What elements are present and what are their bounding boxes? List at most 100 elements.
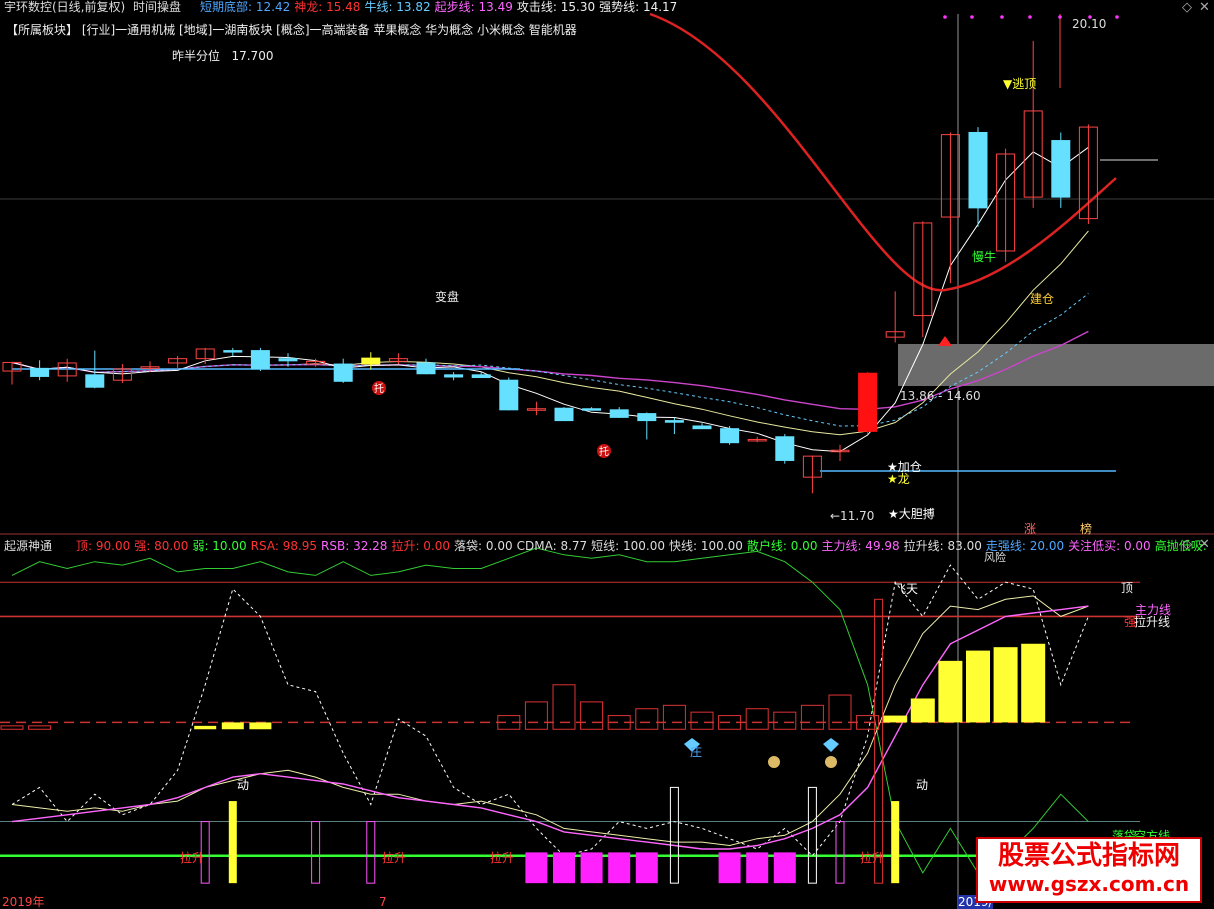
lower-indicator-values: 顶: 90.00 强: 80.00 弱: 10.00 RSA: 98.95 RSB: 3…	[76, 539, 1211, 553]
candle-body	[250, 350, 270, 370]
indicator-8: 短线: 100.00	[591, 539, 666, 553]
volume-bar-yellow	[883, 715, 908, 723]
label-high: 20.10	[1072, 17, 1107, 31]
candle-body	[333, 363, 353, 382]
indicator-5: 拉升: 0.00	[391, 539, 451, 553]
indicator-1: 强: 80.00	[134, 539, 189, 553]
label-lift-3: 拉升	[490, 851, 515, 865]
date-left: 2019年	[2, 895, 45, 909]
label-strong: 强	[1124, 615, 1137, 629]
indicator-10: 散户线: 0.00	[746, 539, 818, 553]
indicator-values: 短期底部: 12.42 神龙: 15.48 牛线: 13.82 起步线: 13.49 攻…	[200, 0, 681, 14]
indicator-0: 短期底部: 12.42	[200, 0, 291, 14]
bar-magenta	[718, 852, 741, 884]
volume-box	[745, 708, 769, 730]
money-bag-icon	[768, 756, 780, 768]
bar-magenta	[553, 852, 575, 884]
candle-body	[444, 374, 464, 378]
date-mid: 7	[379, 895, 387, 909]
candle-body	[609, 409, 629, 418]
label-escape-top: ▼逃顶	[1003, 77, 1037, 91]
volume-bar-yellow	[1021, 643, 1046, 723]
bar-magenta	[608, 852, 631, 884]
volume-bar-yellow	[966, 650, 990, 723]
long-trend-curve	[649, 12, 1117, 292]
indicator-9: 快线: 100.00	[669, 539, 743, 553]
label-lift-line: 拉升线	[1134, 615, 1171, 629]
scroll-up-icon[interactable]: ◇	[1182, 0, 1192, 15]
scroll-up-icon-lower[interactable]: ◇	[1182, 537, 1192, 552]
label-lift-2: 拉升	[382, 851, 407, 865]
indicator-7: CDMA: 8.77	[516, 539, 588, 553]
marker-tuo-text-2: 托	[599, 445, 609, 458]
indicator-4: RSB: 32.28	[321, 539, 388, 553]
volume-box	[28, 725, 52, 730]
volume-box	[828, 694, 852, 730]
label-top: 顶	[1121, 581, 1134, 595]
candle-body	[416, 362, 436, 375]
close-panel-icon-lower[interactable]: ✕	[1199, 537, 1210, 552]
volume-box	[580, 701, 604, 730]
top-dot	[1058, 15, 1062, 19]
label-dealer: 庄	[690, 745, 703, 759]
indicator-6: 落袋: 0.00	[454, 539, 513, 553]
indicator-1: 神龙: 15.48	[294, 0, 361, 14]
stock-chart[interactable]: 托托	[0, 0, 1214, 909]
candle-body	[637, 413, 657, 422]
label-lift-4: 拉升	[860, 851, 885, 865]
label-zhang: 涨	[1024, 522, 1037, 536]
bar-magenta	[746, 852, 769, 884]
candle-body	[223, 350, 243, 353]
volume-box	[662, 704, 686, 730]
top-dot	[970, 15, 974, 19]
candle-body	[968, 131, 988, 209]
volume-box	[0, 725, 24, 730]
volume-bar-yellow	[910, 698, 935, 723]
label-bold: ★大胆搏	[888, 507, 935, 521]
label-low: ←11.70	[830, 509, 875, 523]
candle-body	[1051, 140, 1071, 198]
indicator-11: 主力线: 49.98	[821, 539, 900, 553]
indicator-3: RSA: 98.95	[250, 539, 318, 553]
label-move-1: 动	[237, 778, 250, 792]
indicator-14: 关注低买: 0.00	[1068, 539, 1151, 553]
candle-body	[361, 357, 381, 365]
volume-bar-yellow	[221, 722, 244, 730]
indicator-0: 顶: 90.00	[76, 539, 131, 553]
label-dragon: ★龙	[887, 472, 910, 486]
volume-box	[524, 701, 548, 730]
indicator-2: 牛线: 13.82	[364, 0, 431, 14]
candle-body	[692, 425, 712, 430]
candle-body	[30, 367, 50, 377]
close-panel-icon[interactable]: ✕	[1199, 0, 1210, 15]
volume-box	[690, 711, 714, 730]
top-dot	[1000, 15, 1004, 19]
volume-box	[635, 708, 659, 730]
bar-magenta	[773, 852, 796, 884]
indicator-12: 拉升线: 83.00	[903, 539, 982, 553]
candle-body	[582, 408, 602, 411]
candle-body	[499, 379, 519, 411]
top-dot	[1028, 15, 1032, 19]
indicator-2: 弱: 10.00	[192, 539, 247, 553]
label-risk: 风险	[984, 551, 1006, 564]
label-slow-bull: 慢牛	[972, 250, 997, 264]
watermark-logo: 股票公式指标网 www.gszx.com.cn	[976, 837, 1202, 903]
chart-header: 宇环数控(日线,前复权) 时间操盘	[4, 0, 185, 14]
bar-outline-white	[807, 786, 817, 884]
label-build: 建仓	[1030, 292, 1055, 306]
mode-label: 时间操盘	[133, 0, 182, 14]
volume-bar-yellow	[938, 660, 963, 723]
marker-tuo-text-1: 托	[374, 382, 384, 395]
candle-body	[554, 407, 574, 422]
main-line	[11, 605, 1089, 850]
volume-bar-yellow	[993, 647, 1018, 723]
half-year-label: 昨半分位 17.700	[172, 49, 274, 63]
bar-outline-magenta	[835, 821, 845, 884]
ma4-line	[11, 146, 1089, 453]
lower-header: 起源神通	[4, 539, 56, 553]
bar-yellow-tall	[891, 801, 900, 884]
bar-yellow-tall	[228, 801, 237, 884]
diamond-icon	[823, 738, 839, 752]
candle-body	[278, 358, 298, 362]
